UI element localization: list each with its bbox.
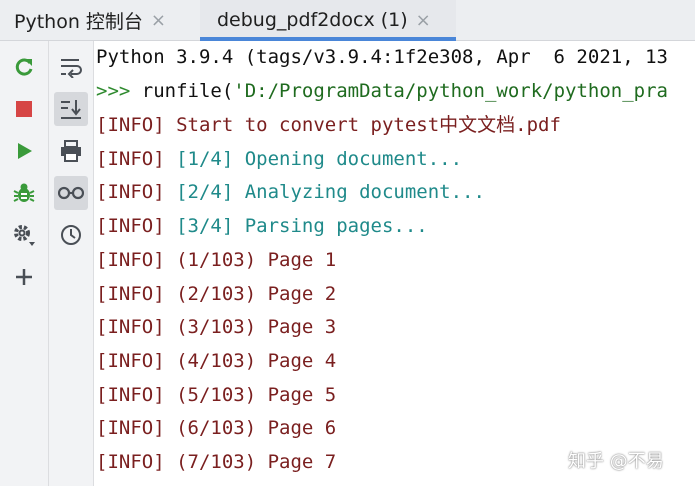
- console-action-toolbar: [0, 41, 49, 486]
- run-icon[interactable]: [7, 134, 41, 168]
- log-line: [INFO] [3/4] Parsing pages...: [96, 214, 428, 238]
- log-line: [INFO] (4/103) Page 4: [96, 349, 336, 373]
- tab-debug-pdf2docx[interactable]: debug_pdf2docx (1) ×: [200, 0, 456, 41]
- log-line: [INFO] (2/103) Page 2: [96, 282, 336, 306]
- log-level-tag: [INFO]: [96, 451, 177, 473]
- console-view-toolbar: [49, 41, 94, 486]
- log-message: (7/103) Page 7: [176, 451, 337, 473]
- log-level-tag: [INFO]: [96, 148, 177, 170]
- history-clock-icon[interactable]: [54, 218, 88, 252]
- log-level-tag: [INFO]: [96, 249, 177, 271]
- console-output[interactable]: Python 3.9.4 (tags/v3.9.4:1f2e308, Apr 6…: [96, 41, 695, 486]
- log-line: [INFO] (5/103) Page 5: [96, 383, 336, 407]
- settings-gear-icon[interactable]: [7, 218, 41, 252]
- runfile-path-argument: 'D:/ProgramData/python_work/python_pra: [233, 80, 668, 102]
- console-prompt: >>>: [96, 80, 142, 102]
- log-message: (5/103) Page 5: [176, 384, 337, 406]
- log-level-tag: [INFO]: [96, 316, 177, 338]
- log-message: (3/103) Page 3: [176, 316, 337, 338]
- log-line: [INFO] (1/103) Page 1: [96, 248, 336, 272]
- tab-bar: Python 控制台 × debug_pdf2docx (1) ×: [0, 0, 695, 41]
- log-message: [3/4] Parsing pages...: [176, 215, 428, 237]
- runfile-call: runfile(: [141, 80, 234, 102]
- log-line: [INFO] (6/103) Page 6: [96, 416, 336, 440]
- rerun-icon[interactable]: [7, 50, 41, 84]
- log-level-tag: [INFO]: [96, 114, 177, 136]
- log-level-tag: [INFO]: [96, 417, 177, 439]
- log-line: [INFO] [1/4] Opening document...: [96, 147, 462, 171]
- stop-icon[interactable]: [7, 92, 41, 126]
- print-icon[interactable]: [54, 134, 88, 168]
- add-icon[interactable]: [7, 260, 41, 294]
- tab-python-console[interactable]: Python 控制台 ×: [14, 0, 196, 40]
- log-message: Start to convert pytest中文文档.pdf: [176, 114, 561, 136]
- close-icon[interactable]: ×: [151, 10, 166, 31]
- glasses-icon[interactable]: [54, 176, 88, 210]
- debug-bug-icon[interactable]: [7, 176, 41, 210]
- log-message: (6/103) Page 6: [176, 417, 337, 439]
- log-message: (2/103) Page 2: [176, 283, 337, 305]
- log-message: [1/4] Opening document...: [176, 148, 463, 170]
- log-line: [INFO] [2/4] Analyzing document...: [96, 180, 485, 204]
- log-level-tag: [INFO]: [96, 350, 177, 372]
- log-level-tag: [INFO]: [96, 283, 177, 305]
- runfile-command-line: >>> runfile('D:/ProgramData/python_work/…: [96, 79, 668, 103]
- close-icon[interactable]: ×: [416, 10, 431, 31]
- log-message: (1/103) Page 1: [176, 249, 337, 271]
- log-level-tag: [INFO]: [96, 181, 177, 203]
- log-message: [2/4] Analyzing document...: [176, 181, 485, 203]
- log-line: [INFO] (7/103) Page 7: [96, 450, 336, 474]
- tab-label: debug_pdf2docx (1): [217, 9, 408, 31]
- log-message: (4/103) Page 4: [176, 350, 337, 372]
- log-level-tag: [INFO]: [96, 215, 177, 237]
- watermark: 知乎 @不易: [568, 451, 664, 472]
- scroll-to-end-icon[interactable]: [54, 92, 88, 126]
- soft-wrap-icon[interactable]: [54, 50, 88, 84]
- log-line: [INFO] (3/103) Page 3: [96, 315, 336, 339]
- log-level-tag: [INFO]: [96, 384, 177, 406]
- log-line: [INFO] Start to convert pytest中文文档.pdf: [96, 113, 561, 137]
- tab-label: Python 控制台: [14, 10, 143, 33]
- python-version-header: Python 3.9.4 (tags/v3.9.4:1f2e308, Apr 6…: [96, 46, 668, 68]
